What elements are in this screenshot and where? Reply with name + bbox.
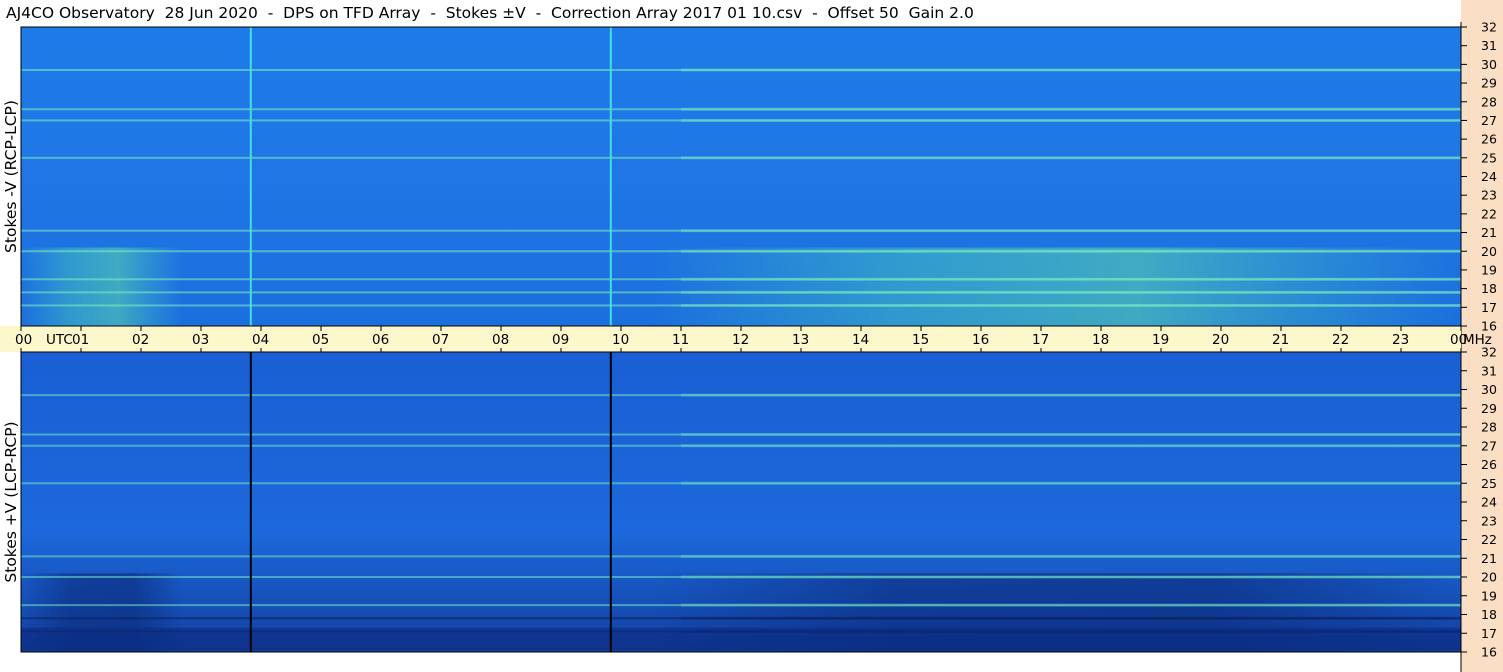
frequency-tick-label: 30 xyxy=(1481,57,1497,72)
interference-band-strong xyxy=(681,107,1461,111)
vertical-marker-line xyxy=(249,27,252,326)
frequency-tick-label: 19 xyxy=(1481,262,1497,277)
frequency-tick-label: 21 xyxy=(1481,225,1497,240)
spectrogram-panel-2 xyxy=(21,352,1461,652)
frequency-tick-label: 30 xyxy=(1481,382,1497,397)
utc-tick-label: 04 xyxy=(252,332,269,348)
interference-band-strong xyxy=(681,616,1461,620)
interference-band-strong xyxy=(681,229,1461,233)
frequency-tick-label: 18 xyxy=(1481,607,1497,622)
utc-tick-label: 21 xyxy=(1272,332,1289,348)
frequency-tick-label: 24 xyxy=(1481,495,1497,510)
utc-tick-label: 23 xyxy=(1392,332,1409,348)
activity-region xyxy=(651,247,1461,326)
vertical-marker-line xyxy=(609,27,612,326)
utc-tick-label: 17 xyxy=(1032,332,1049,348)
utc-tick-label: 13 xyxy=(792,332,809,348)
frequency-tick-label: 27 xyxy=(1481,113,1497,128)
spectrogram-panel-1 xyxy=(21,27,1461,326)
utc-tick-label: 15 xyxy=(912,332,929,348)
spectrogram-area: Stokes -V (RCP-LCP) Stokes +V (LCP-RCP) 16… xyxy=(0,0,1503,672)
utc-tick-label: 05 xyxy=(312,332,329,348)
frequency-tick-label: 31 xyxy=(1481,363,1497,378)
frequency-tick-label: 31 xyxy=(1481,38,1497,53)
utc-tick-label: 18 xyxy=(1092,332,1109,348)
utc-tick-label: 11 xyxy=(672,332,689,348)
frequency-tick-label: 26 xyxy=(1481,457,1497,472)
interference-band-strong xyxy=(681,118,1461,122)
utc-tick-label: 00 xyxy=(15,332,32,348)
frequency-tick-label: 24 xyxy=(1481,169,1497,184)
frequency-tick-label: 29 xyxy=(1481,76,1497,91)
frequency-tick-label: 16 xyxy=(1481,645,1497,660)
frequency-tick-label: 26 xyxy=(1481,132,1497,147)
mhz-unit-label: MHz xyxy=(1463,332,1492,348)
utc-tick-label: 08 xyxy=(492,332,509,348)
frequency-tick-label: 29 xyxy=(1481,401,1497,416)
utc-time-axis: 00 01 02 03 04 05 06 07 08 09 10 11 12 13 14 15 16 17 18 19… xyxy=(0,325,1467,352)
interference-band-strong xyxy=(681,68,1461,72)
frequency-tick-label: 32 xyxy=(1481,20,1497,35)
frequency-tick-label: 20 xyxy=(1481,244,1497,259)
utc-tick-label: 09 xyxy=(552,332,569,348)
low-freq-band xyxy=(21,627,1461,651)
frequency-tick-label: 22 xyxy=(1481,532,1497,547)
interference-band-strong xyxy=(681,444,1461,448)
utc-tick-label: 12 xyxy=(732,332,749,348)
interference-band-strong xyxy=(681,481,1461,485)
interference-band-strong xyxy=(681,249,1461,253)
frequency-tick-label: 18 xyxy=(1481,281,1497,296)
utc-tick-label: 20 xyxy=(1212,332,1229,348)
frequency-tick-label: 23 xyxy=(1481,513,1497,528)
frequency-tick-label: 25 xyxy=(1481,476,1497,491)
interference-band-strong xyxy=(681,575,1461,579)
utc-axis-background xyxy=(0,326,1461,352)
utc-tick-label: 14 xyxy=(852,332,869,348)
interference-band-strong xyxy=(681,290,1461,294)
utc-tick-label: 02 xyxy=(132,332,149,348)
frequency-tick-label: 25 xyxy=(1481,150,1497,165)
interference-band-strong xyxy=(681,433,1461,436)
activity-region xyxy=(21,247,183,326)
interference-band-strong xyxy=(681,393,1461,397)
utc-tick-label: 07 xyxy=(432,332,449,348)
interference-band-strong xyxy=(681,603,1461,607)
utc-tick-label: 16 xyxy=(972,332,989,348)
frequency-tick-label: 22 xyxy=(1481,206,1497,221)
utc-label: UTC xyxy=(46,332,73,348)
utc-tick-label: 10 xyxy=(612,332,629,348)
frequency-tick-label: 20 xyxy=(1481,570,1497,585)
utc-tick-label: 01 xyxy=(72,332,89,348)
frequency-tick-label: 21 xyxy=(1481,551,1497,566)
utc-tick-label: 19 xyxy=(1152,332,1169,348)
frequency-tick-label: 17 xyxy=(1481,300,1497,315)
spectrogram-chart: Stokes -V (RCP-LCP)Stokes +V (LCP-RCP)16… xyxy=(0,0,1503,672)
utc-tick-label: 06 xyxy=(372,332,389,348)
vertical-marker-line xyxy=(249,352,252,652)
frequency-tick-label: 19 xyxy=(1481,588,1497,603)
interference-band-strong xyxy=(681,303,1461,307)
frequency-tick-label: 23 xyxy=(1481,188,1497,203)
frequency-tick-label: 27 xyxy=(1481,438,1497,453)
frequency-tick-label: 28 xyxy=(1481,420,1497,435)
utc-tick-label: 03 xyxy=(192,332,209,348)
vertical-marker-line xyxy=(609,352,612,652)
interference-band-strong xyxy=(681,277,1461,281)
frequency-tick-label: 28 xyxy=(1481,94,1497,109)
frequency-tick-label: 17 xyxy=(1481,626,1497,641)
interference-band-strong xyxy=(681,156,1461,160)
interference-band-strong xyxy=(681,554,1461,558)
utc-tick-label: 22 xyxy=(1332,332,1349,348)
